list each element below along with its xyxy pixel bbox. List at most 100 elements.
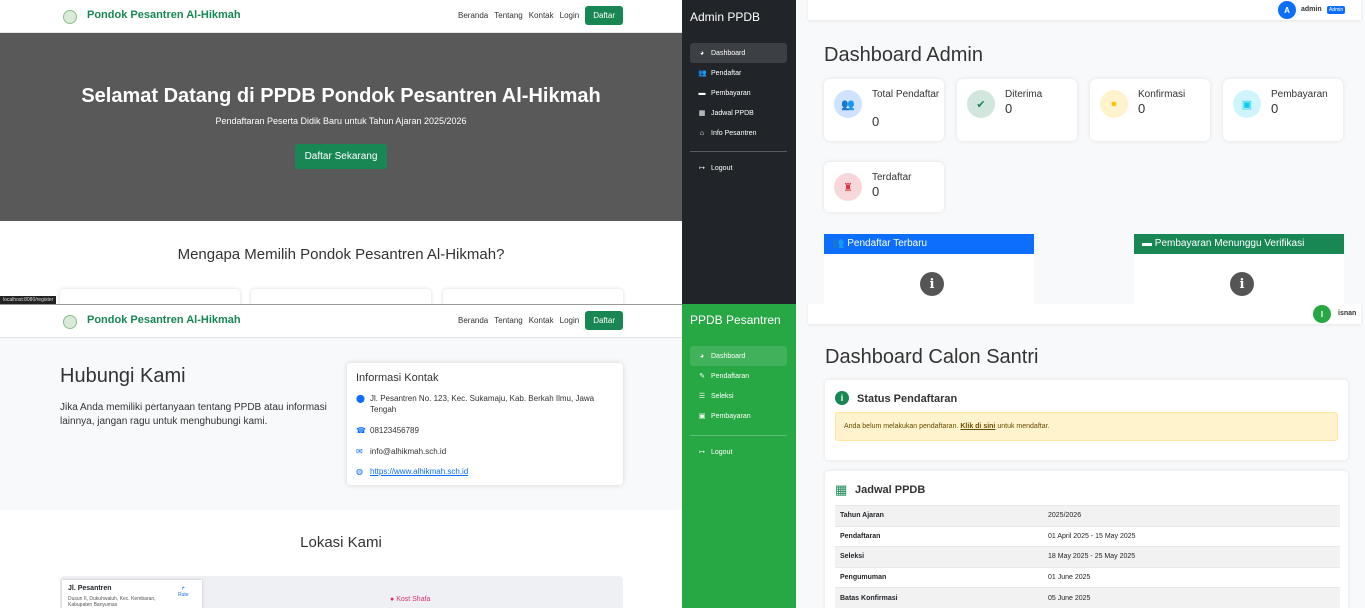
stat-label: Konfirmasi [1138,89,1186,100]
avatar[interactable]: I [1313,305,1331,323]
row-label: Pendaftaran [835,525,1043,547]
logo-icon [63,10,77,24]
stat-value: 0 [1005,101,1013,116]
sidebar-item-jadwal[interactable]: ▦ Jadwal PPDB [690,103,787,123]
row-value: 05 June 2025 [1043,587,1340,608]
page-title: Dashboard Admin [824,44,983,66]
nav-tentang[interactable]: Tentang [494,11,522,20]
route-label: Rute [178,592,189,598]
sidebar-item-label: Jadwal PPDB [711,109,754,117]
daftar-button[interactable]: Daftar [585,311,623,330]
table-row: Pengumuman 01 June 2025 [835,566,1340,588]
jadwal-card: ▦ Jadwal PPDB Tahun Ajaran 2025/2026 Pend… [825,471,1348,608]
sidebar-item-label: Pembayaran [711,89,751,97]
user-name[interactable]: admin [1301,6,1322,13]
route-button[interactable]: ↱ Rute [178,586,189,598]
stat-value: 0 [1271,101,1279,116]
phone-text: 08123456789 [370,426,419,435]
nav-kontak[interactable]: Kontak [529,316,554,325]
map-pin-icon: ⬤ [356,394,365,403]
nav-beranda[interactable]: Beranda [458,316,488,325]
feature-card [443,289,623,304]
daftar-button[interactable]: Daftar [585,6,623,25]
logout-icon: ↦ [699,165,705,172]
nav-tentang[interactable]: Tentang [494,316,522,325]
user-name[interactable]: isnan [1338,310,1356,317]
daftar-sekarang-button[interactable]: Daftar Sekarang [294,144,388,169]
nav-login[interactable]: Login [560,316,580,325]
hero-subtitle: Pendaftaran Peserta Didik Baru untuk Tah… [215,116,467,126]
nav-links: Beranda Tentang Kontak Login Daftar [458,311,623,330]
row-value: 2025/2026 [1043,505,1340,526]
stat-label: Diterima [1005,89,1043,100]
calendar-icon: ▦ [835,482,848,497]
nav-kontak[interactable]: Kontak [529,11,554,20]
logout-link[interactable]: ↦ Logout [698,448,732,457]
logout-icon: ↦ [699,449,705,456]
stat-card-diterima: ✔ Diterima 0 [957,79,1077,141]
panel-pembayaran-verifikasi: ▬ Pembayaran Menunggu Verifikasi i [1134,234,1344,304]
list-icon: ☰ [698,393,706,400]
sidebar-title: Admin PPDB [690,10,761,24]
map-place-card: Jl. Pesantren Dusun II, Dukuhwaluh, Kec.… [62,580,202,608]
location-title: Lokasi Kami [300,534,382,551]
stat-value: 0 [1138,101,1146,116]
map-embed[interactable]: Jl. Pesantren Dusun II, Dukuhwaluh, Kec.… [60,576,623,608]
table-row: Seleksi 18 May 2025 - 25 May 2025 [835,546,1340,567]
panel-header: ▬ Pembayaran Menunggu Verifikasi [1134,234,1344,254]
sidebar-item-info[interactable]: ⌂ Info Pesantren [690,123,787,143]
stat-label: Terdaftar [872,172,912,183]
info-icon: i [835,391,849,405]
contact-description: Jika Anda memiliki pertanyaan tentang PP… [60,402,327,427]
contact-title: Hubungi Kami [60,365,186,387]
sidebar-item-dashboard[interactable]: ◕ Dashboard [690,43,787,63]
website-link[interactable]: https://www.alhikmah.sch.id [370,466,468,477]
row-value: 01 June 2025 [1043,566,1340,588]
brand-name[interactable]: Pondok Pesantren Al-Hikmah [87,9,241,21]
gauge-icon: ◕ [699,49,705,57]
sidebar-item-pembayaran[interactable]: ▣ Pembayaran [690,406,787,426]
website-row: ◍ https://www.alhikmah.sch.id [356,466,611,477]
row-value: 01 April 2025 - 15 May 2025 [1043,525,1340,547]
avatar[interactable]: A [1278,1,1296,19]
santri-dashboard: PPDB Pesantren ◕ Dashboard ✎ Pendaftaran ☰… [682,304,1365,608]
santri-sidebar: PPDB Pesantren ◕ Dashboard ✎ Pendaftaran ☰… [682,304,796,608]
stat-card-terdaftar: ♜ Terdaftar 0 [824,162,944,212]
stat-card-total: 👥 Total Pendaftar 0 [824,79,944,141]
table-row: Pendaftaran 01 April 2025 - 15 May 2025 [835,525,1340,547]
users-icon: 👥 [832,238,848,249]
logout-link[interactable]: ↦ Logout [698,164,733,173]
map-poi: ● Kost Shafa [390,596,430,603]
alert-suffix: untuk mendaftar. [997,423,1050,430]
sidebar-item-pendaftaran[interactable]: ✎ Pendaftaran [690,366,787,386]
sidebar-item-label: Seleksi [711,392,734,400]
brand-name[interactable]: Pondok Pesantren Al-Hikmah [87,314,241,326]
info-icon: i [920,272,944,296]
users-icon: 👥 [698,70,707,77]
panel-header: 👥 Pendaftar Terbaru [824,234,1034,254]
globe-icon: ◍ [356,467,363,476]
logout-label: Logout [711,164,733,172]
card-icon: ▬ [698,89,706,97]
sidebar-item-pembayaran[interactable]: ▬ Pembayaran [690,83,787,103]
email-text: info@alhikmah.sch.id [370,447,447,456]
row-label: Seleksi [835,546,1043,567]
sidebar-item-label: Pembayaran [711,412,751,420]
table-row: Batas Konfirmasi 05 June 2025 [835,587,1340,608]
sidebar-item-dashboard[interactable]: ◕ Dashboard [690,346,787,366]
clock-icon: ● [1100,90,1128,118]
nav-login[interactable]: Login [560,11,580,20]
envelope-icon: ✉ [356,447,363,456]
page-title: Dashboard Calon Santri [825,346,1039,368]
sidebar-item-seleksi[interactable]: ☰ Seleksi [690,386,787,406]
status-alert: Anda belum melakukan pendaftaran. Klik d… [835,412,1338,441]
status-url: localhost:8080/register [0,296,57,304]
table-row: Tahun Ajaran 2025/2026 [835,505,1340,526]
alert-text: Anda belum melakukan pendaftaran. [844,423,959,430]
sidebar-item-pendaftar[interactable]: 👥 Pendaftar [690,63,787,83]
navbar: Pondok Pesantren Al-Hikmah Beranda Tenta… [0,305,682,338]
admin-sidebar: Admin PPDB ◕ Dashboard 👥 Pendaftar ▬ Pembay… [682,0,796,304]
nav-beranda[interactable]: Beranda [458,11,488,20]
daftar-link[interactable]: Klik di sini [960,423,995,430]
calendar-icon: ▦ [698,110,706,117]
